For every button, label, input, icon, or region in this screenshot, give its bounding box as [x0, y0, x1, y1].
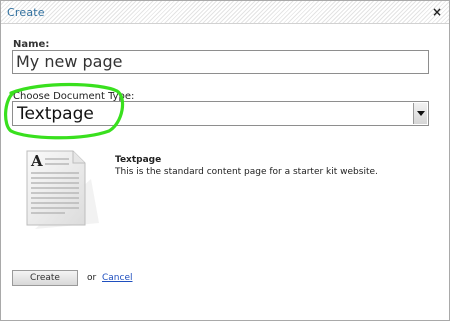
or-separator: or [87, 273, 97, 283]
document-icon-letter: A [30, 152, 43, 170]
document-type-select[interactable]: Textpage [12, 101, 429, 126]
name-input[interactable]: My new page [12, 50, 429, 74]
create-button[interactable]: Create [12, 270, 78, 286]
create-dialog: Create × Name: My new page Choose Docume… [0, 0, 450, 321]
document-type-title: Textpage [115, 155, 162, 165]
dialog-titlebar: Create × [1, 1, 449, 24]
document-type-selected-value: Textpage [17, 104, 94, 124]
close-icon[interactable]: × [431, 5, 443, 19]
name-label: Name: [13, 39, 50, 50]
document-icon: A [26, 150, 99, 229]
cancel-link[interactable]: Cancel [102, 273, 133, 283]
document-type-description: This is the standard content page for a … [115, 167, 378, 177]
dialog-title: Create [7, 6, 45, 19]
chevron-down-icon[interactable] [413, 103, 427, 124]
